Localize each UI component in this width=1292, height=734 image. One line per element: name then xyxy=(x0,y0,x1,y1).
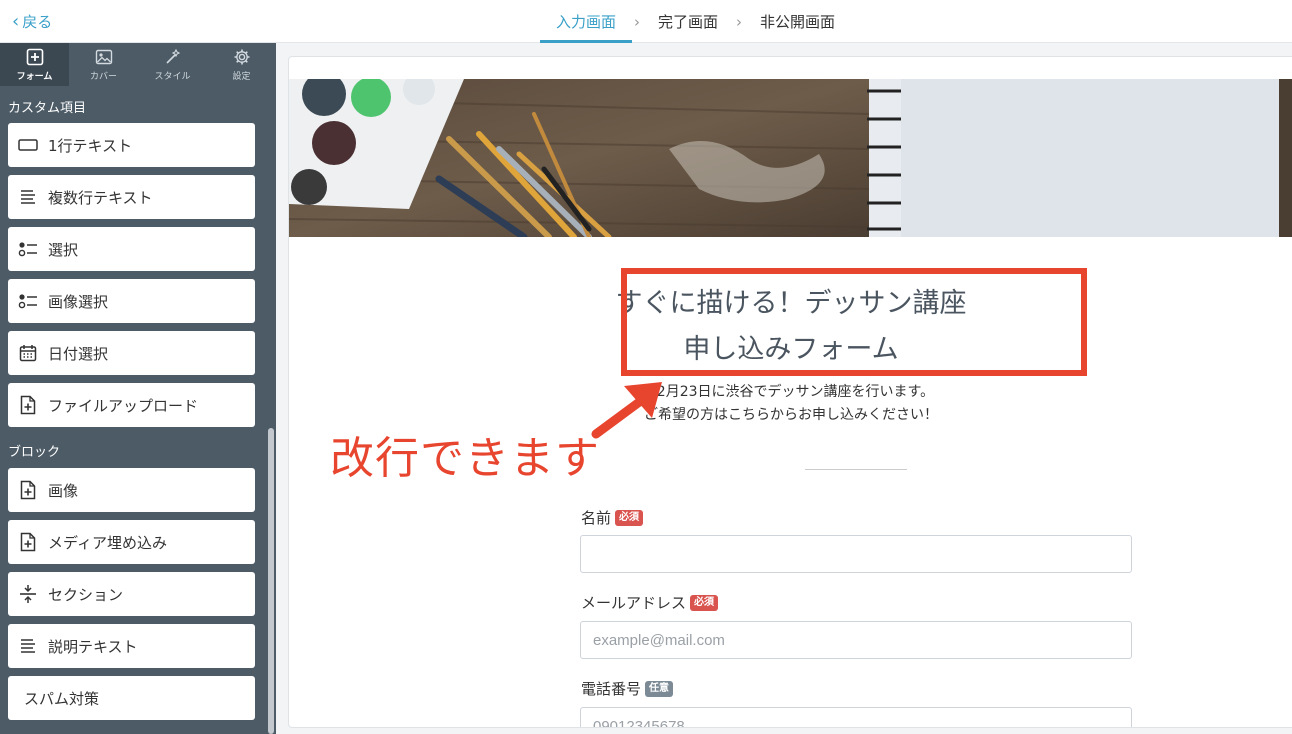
field-label-email: メールアドレス 必須 xyxy=(581,592,719,613)
form-preview: すぐに描ける！デッサン講座 申し込みフォーム 12月23日に渋谷でデッサン講座を… xyxy=(288,56,1292,728)
sidebar-item-image[interactable]: 画像 xyxy=(8,468,255,512)
sidebar-item-label: 日付選択 xyxy=(48,344,109,363)
phone-input[interactable] xyxy=(580,707,1132,727)
file-add-icon xyxy=(18,480,38,500)
sidebar-tab-form[interactable]: フォーム xyxy=(0,43,69,86)
field-label-text: 名前 xyxy=(581,509,612,527)
field-label-name: 名前 必須 xyxy=(581,507,644,528)
calendar-icon xyxy=(18,343,38,363)
required-badge: 必須 xyxy=(690,594,719,611)
sidebar-scrollbar-thumb[interactable] xyxy=(268,428,274,734)
sidebar-tab-label: カバー xyxy=(89,71,117,82)
sidebar-item-date-select[interactable]: 日付選択 xyxy=(8,331,255,375)
step-navigation: 入力画面 › 完了画面 › 非公開画面 xyxy=(540,0,851,43)
image-select-icon xyxy=(18,291,38,311)
back-link[interactable]: ‹ 戻る xyxy=(12,11,52,32)
annotation-arrow-icon xyxy=(591,382,662,439)
sidebar-item-label: 説明テキスト xyxy=(48,637,138,656)
annotation-highlight-box xyxy=(621,268,1087,376)
sidebar-item-label: セクション xyxy=(48,585,124,604)
sidebar-tab-style[interactable]: スタイル xyxy=(138,43,207,86)
chevron-right-icon: › xyxy=(634,12,641,31)
tab-private-screen[interactable]: 非公開画面 xyxy=(744,0,851,43)
form-description[interactable]: 12月23日に渋谷でデッサン講座を行います。 ご希望の方はこちらからお申し込みく… xyxy=(289,381,1292,427)
file-upload-icon xyxy=(18,395,38,415)
chevron-left-icon: ‹ xyxy=(12,10,20,32)
email-input[interactable] xyxy=(580,621,1132,659)
sidebar-item-label: 選択 xyxy=(48,240,79,259)
form-description-line-1: 12月23日に渋谷でデッサン講座を行います。 xyxy=(647,384,935,400)
cover-image[interactable] xyxy=(289,79,1292,237)
sidebar-item-select[interactable]: 選択 xyxy=(8,227,255,271)
sidebar-item-label: 1行テキスト xyxy=(48,136,133,155)
sidebar-item-image-select[interactable]: 画像選択 xyxy=(8,279,255,323)
sidebar-item-label: 複数行テキスト xyxy=(48,188,153,207)
block-section-title: ブロック xyxy=(8,445,61,460)
optional-badge: 任意 xyxy=(645,680,674,697)
divider xyxy=(805,469,907,470)
sidebar-tab-label: フォーム xyxy=(16,71,53,82)
annotation-text: 改行できます xyxy=(330,433,600,484)
sidebar-item-single-line-text[interactable]: 1行テキスト xyxy=(8,123,255,167)
sidebar-item-label: スパム対策 xyxy=(24,689,100,708)
tab-complete-screen[interactable]: 完了画面 xyxy=(642,0,734,43)
sidebar: フォーム カバー スタイル 設定 カスタム項目 1行テキスト 複数行テキスト 選… xyxy=(0,43,276,734)
field-label-text: 電話番号 xyxy=(581,680,642,698)
required-badge: 必須 xyxy=(615,509,644,526)
field-label-phone: 電話番号 任意 xyxy=(581,678,674,699)
sidebar-tab-label: 設定 xyxy=(232,71,251,82)
sidebar-item-file-upload[interactable]: ファイルアップロード xyxy=(8,383,255,427)
sidebar-tab-cover[interactable]: カバー xyxy=(69,43,138,86)
sidebar-item-section[interactable]: セクション xyxy=(8,572,255,616)
section-icon xyxy=(18,584,38,604)
chevron-right-icon: › xyxy=(736,12,743,31)
custom-section-title: カスタム項目 xyxy=(8,101,87,116)
sidebar-tab-label: スタイル xyxy=(154,71,191,82)
file-add-icon xyxy=(18,532,38,552)
sidebar-item-media-embed[interactable]: メディア埋め込み xyxy=(8,520,255,564)
sidebar-item-multi-line-text[interactable]: 複数行テキスト xyxy=(8,175,255,219)
name-input[interactable] xyxy=(580,535,1132,573)
plus-square-icon xyxy=(26,48,43,65)
cover-illustration xyxy=(289,79,1292,237)
field-label-text: メールアドレス xyxy=(581,594,687,612)
sidebar-item-label: ファイルアップロード xyxy=(48,396,199,415)
sidebar-item-description-text[interactable]: 説明テキスト xyxy=(8,624,255,668)
gear-icon xyxy=(234,49,249,64)
select-list-icon xyxy=(18,239,38,259)
top-bar: ‹ 戻る 入力画面 › 完了画面 › 非公開画面 xyxy=(0,0,1292,43)
multi-line-text-icon xyxy=(18,187,38,207)
sidebar-tabs: フォーム カバー スタイル 設定 xyxy=(0,43,276,86)
image-icon xyxy=(95,49,112,64)
magic-wand-icon xyxy=(165,48,180,64)
sidebar-item-label: 画像 xyxy=(48,481,79,500)
description-text-icon xyxy=(18,636,38,656)
back-label: 戻る xyxy=(22,13,53,31)
single-line-text-icon xyxy=(18,135,38,155)
tab-input-screen[interactable]: 入力画面 xyxy=(540,0,633,43)
sidebar-item-label: メディア埋め込み xyxy=(48,533,167,552)
sidebar-item-spam-protection[interactable]: スパム対策 xyxy=(8,676,255,720)
sidebar-item-label: 画像選択 xyxy=(48,292,109,311)
